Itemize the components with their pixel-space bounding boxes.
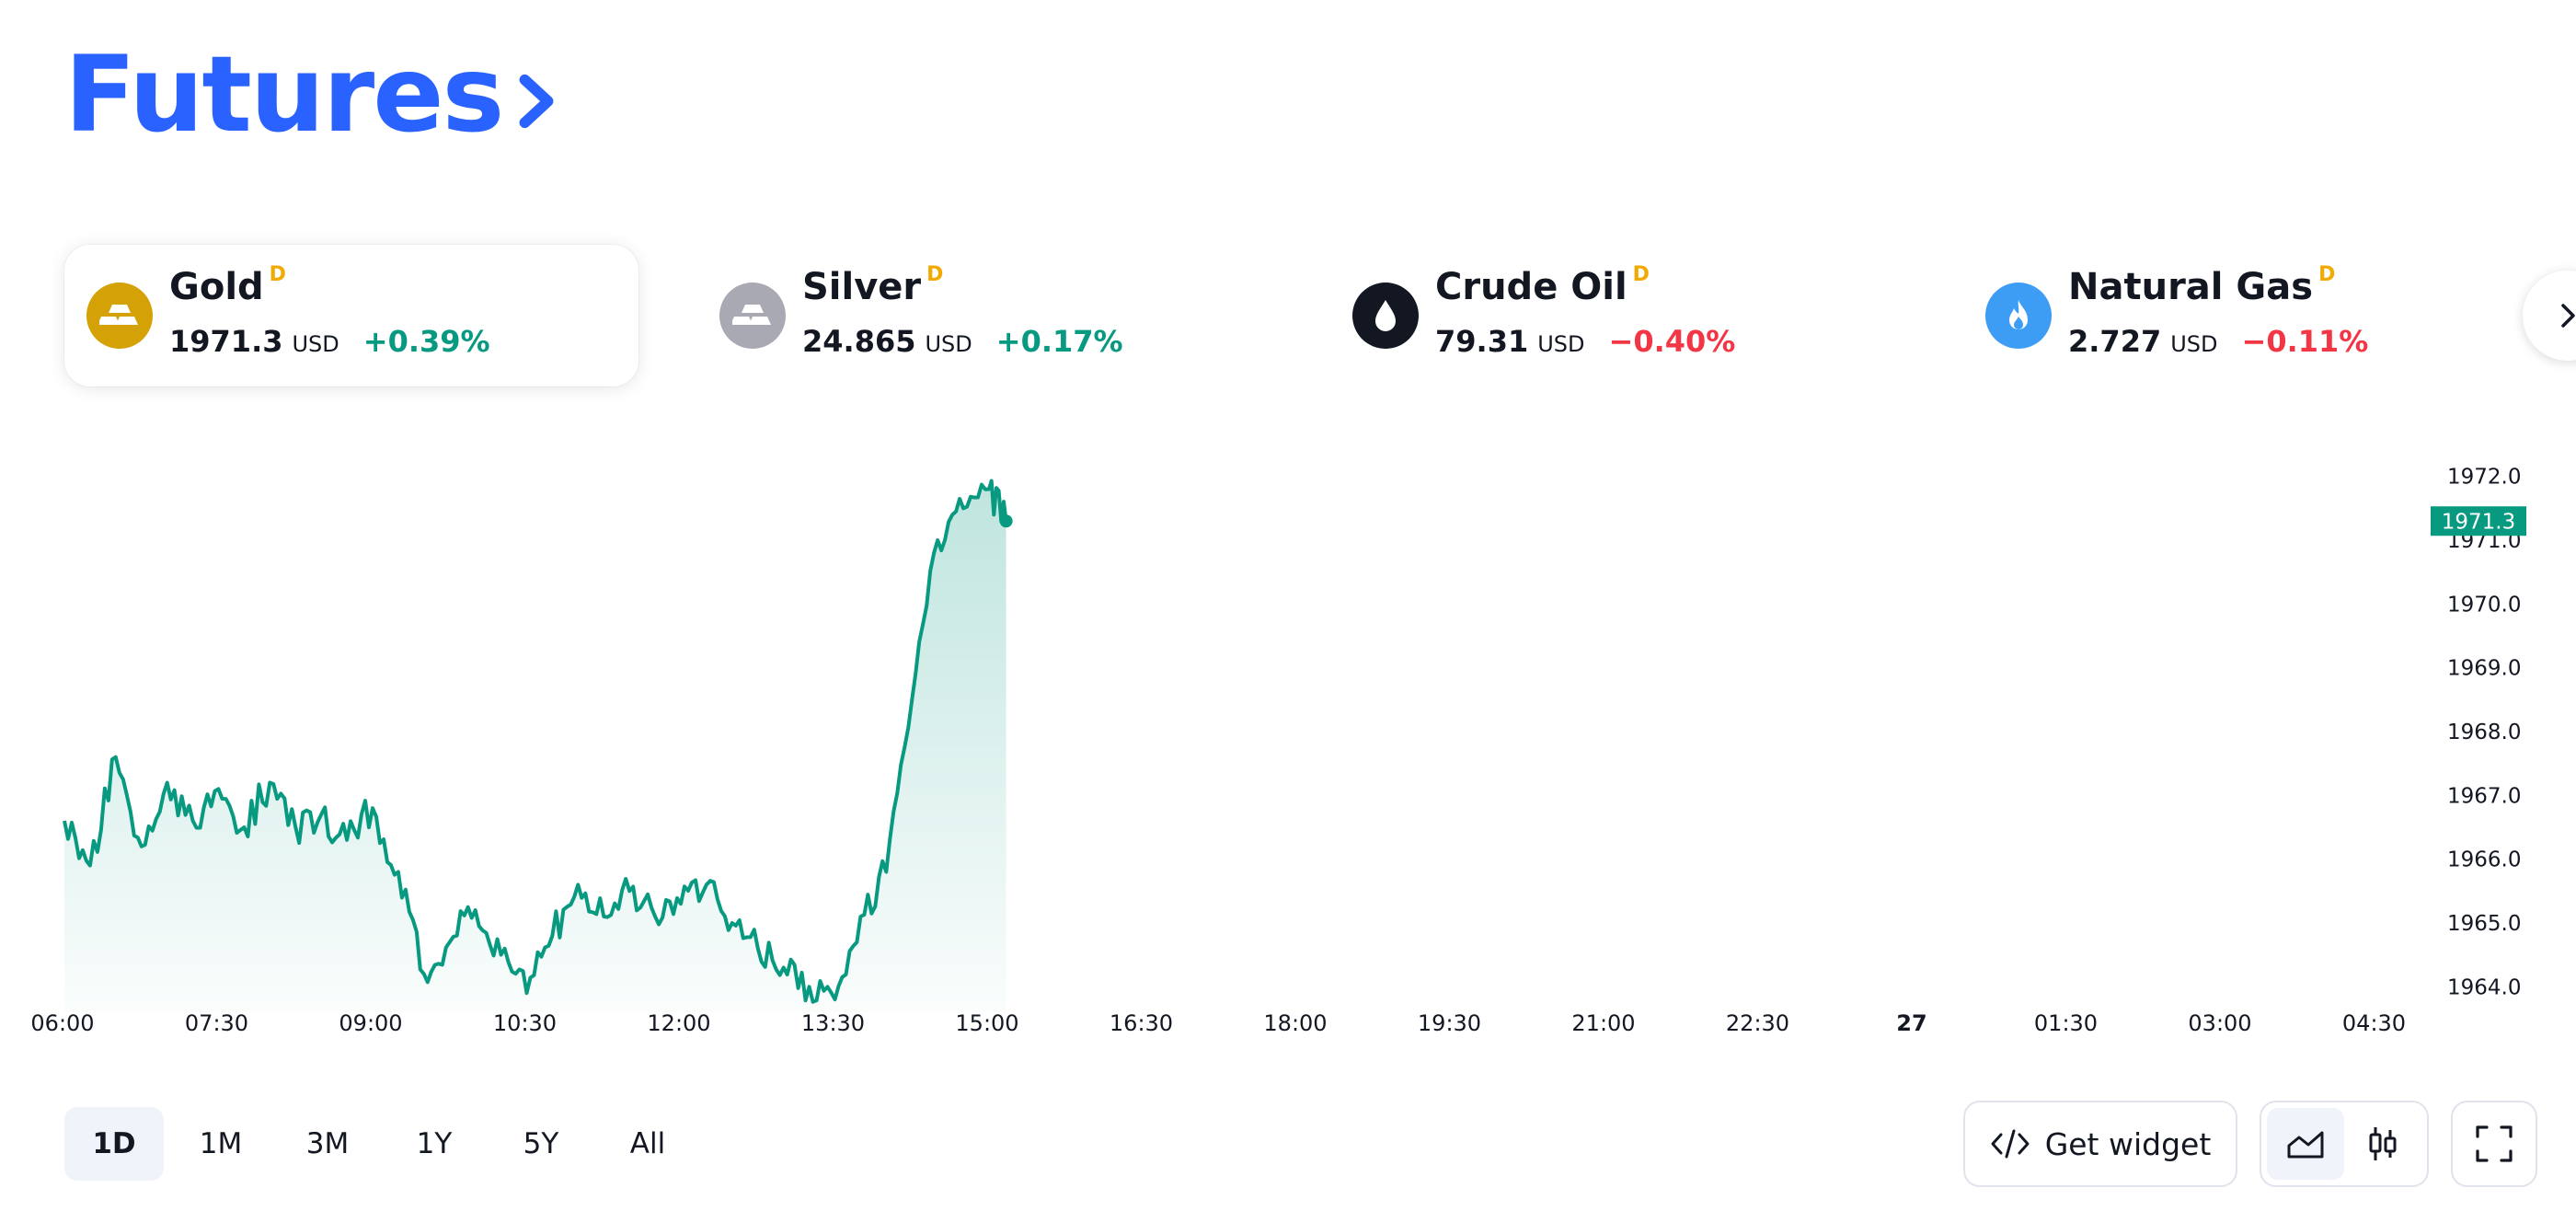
get-widget-label: Get widget [2044,1125,2212,1162]
tile-quote: 2.727 USD −0.11% [2068,324,2368,359]
x-tick-label: 13:30 [801,1010,865,1036]
range-selector: 1D 1M 3M 1Y 5Y All [64,1107,705,1181]
tile-name: Natural Gas D [2068,263,2335,308]
last-price-label: 1971.3 [2442,510,2515,534]
tile-name: Crude Oil D [1435,263,1650,308]
tile-currency: USD [925,331,972,357]
y-tick-label: 1965.0 [2447,912,2521,936]
x-tick-label: 12:00 [647,1010,710,1036]
daily-badge: D [2318,263,2336,286]
tile-crude-oil[interactable]: Crude Oil D 79.31 USD −0.40% [1330,245,1904,386]
oil-drop-icon [1352,283,1419,349]
y-tick-label: 1970.0 [2447,593,2521,617]
tile-natural-gas[interactable]: Natural Gas D 2.727 USD −0.11% [1963,245,2537,386]
range-1d-button[interactable]: 1D [64,1107,164,1181]
tile-change: +0.17% [995,324,1123,359]
tile-gold[interactable]: Gold D 1971.3 USD +0.39% [64,245,638,386]
x-tick-label: 22:30 [1726,1010,1789,1036]
x-tick-label: 10:30 [493,1010,557,1036]
x-tick-label: 06:00 [30,1010,94,1036]
silver-bars-icon [719,283,786,349]
x-tick-label: 15:00 [955,1010,1018,1036]
code-icon [1991,1129,2030,1159]
tile-quote: 1971.3 USD +0.39% [169,324,490,359]
x-tick-label: 09:00 [339,1010,402,1036]
x-tick-label: 18:00 [1263,1010,1327,1036]
tile-change: +0.39% [362,324,490,359]
tile-silver[interactable]: Silver D 24.865 USD +0.17% [697,245,1271,386]
x-tick-label: 21:00 [1571,1010,1635,1036]
x-tick-label: 04:30 [2342,1010,2406,1036]
tile-currency: USD [292,331,339,357]
tile-change: −0.40% [1608,324,1736,359]
daily-badge: D [269,263,286,286]
chart-style-toggle [2260,1101,2429,1187]
x-tick-label: 07:30 [185,1010,248,1036]
plot-area [63,479,1013,1012]
tile-name-text: Natural Gas [2068,266,2314,308]
flame-icon [1985,283,2052,349]
x-tick-label: 01:30 [2034,1010,2098,1036]
area-style-button[interactable] [2267,1108,2344,1180]
gold-bars-icon [86,283,153,349]
y-axis: 1972.01971.01970.01969.01968.01967.01966… [2431,466,2526,999]
tile-currency: USD [1537,331,1585,357]
x-axis: 06:00 07:30 09:00 10:30 12:00 13:30 15:00 16:30… [30,1010,2406,1036]
tile-price: 24.865 [802,324,916,359]
last-price-dot [999,514,1013,528]
fullscreen-button[interactable] [2451,1101,2537,1187]
y-tick-label: 1966.0 [2447,848,2521,872]
chevron-right-icon [519,74,554,129]
chevron-right-icon [2561,304,2575,328]
tile-price: 2.727 [2068,324,2162,359]
get-widget-button[interactable]: Get widget [1963,1101,2237,1187]
x-tick-label: 16:30 [1110,1010,1173,1036]
tile-price: 1971.3 [169,324,283,359]
range-1y-button[interactable]: 1Y [385,1107,484,1181]
y-tick-label: 1969.0 [2447,657,2521,681]
tile-name-text: Crude Oil [1435,266,1627,308]
futures-tiles: Gold D 1971.3 USD +0.39% Silver D 24.865 U… [64,245,2576,386]
tile-name-text: Gold [169,266,264,308]
x-tick-label: 03:00 [2188,1010,2251,1036]
daily-badge: D [926,263,944,286]
fullscreen-icon [2476,1125,2513,1162]
tile-price: 79.31 [1435,324,1529,359]
range-3m-button[interactable]: 3M [278,1107,377,1181]
tile-quote: 79.31 USD −0.40% [1435,324,1735,359]
tile-name-text: Silver [802,266,922,308]
candlestick-icon [2369,1127,2397,1160]
price-area [64,480,1006,1012]
x-tick-label: 27 [1896,1010,1926,1036]
page-title: Futures [64,33,504,156]
range-5y-button[interactable]: 5Y [491,1107,591,1181]
tile-change: −0.11% [2241,324,2369,359]
x-tick-label: 19:30 [1418,1010,1481,1036]
tile-currency: USD [2170,331,2218,357]
tile-name: Silver D [802,263,943,308]
y-tick-label: 1967.0 [2447,784,2521,808]
y-tick-label: 1972.0 [2447,466,2521,490]
candles-style-button[interactable] [2344,1108,2421,1180]
area-chart-icon [2287,1131,2324,1159]
y-tick-label: 1968.0 [2447,721,2521,744]
y-tick-label: 1964.0 [2447,975,2521,999]
price-chart[interactable]: 06:00 07:30 09:00 10:30 12:00 13:30 15:00 16:30… [0,442,2576,1049]
daily-badge: D [1632,263,1650,286]
tile-quote: 24.865 USD +0.17% [802,324,1123,359]
tile-name: Gold D [169,263,286,308]
range-1m-button[interactable]: 1M [171,1107,270,1181]
range-all-button[interactable]: All [598,1107,697,1181]
page-title-link[interactable]: Futures [64,35,561,155]
